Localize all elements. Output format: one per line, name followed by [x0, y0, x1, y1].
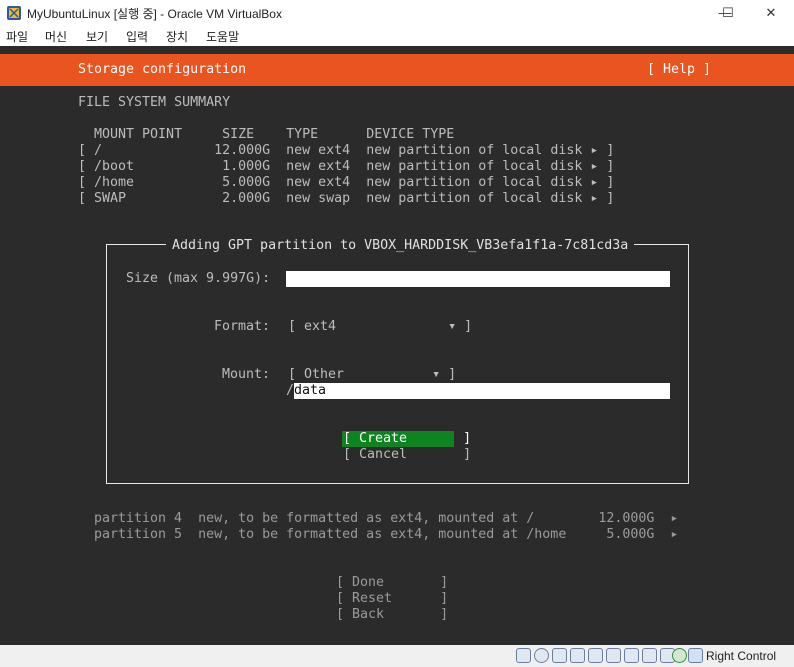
- mouse-integration-icon[interactable]: [672, 648, 687, 663]
- vm-screen[interactable]: Storage configuration [ Help ] FILE SYST…: [0, 46, 794, 645]
- help-button[interactable]: [ Help ]: [647, 62, 711, 78]
- maximize-button[interactable]: ☐: [705, 0, 751, 26]
- create-button-label: [ Create ]: [343, 431, 472, 446]
- hdd-icon[interactable]: [516, 648, 531, 663]
- summary-row[interactable]: [ /home 5.000G new ext4 new partition of…: [78, 175, 614, 191]
- menu-view[interactable]: 보기: [86, 28, 108, 45]
- create-button[interactable]: [ Create ]: [342, 431, 471, 447]
- menu-machine[interactable]: 머신: [45, 28, 67, 45]
- reset-button[interactable]: [ Reset ]: [336, 591, 448, 607]
- done-button[interactable]: [ Done ]: [336, 575, 448, 591]
- summary-columns: MOUNT POINT SIZE TYPE DEVICE TYPE: [78, 127, 455, 142]
- format-label: Format:: [214, 319, 271, 334]
- back-button[interactable]: [ Back ]: [336, 607, 448, 623]
- optical-icon[interactable]: [534, 648, 549, 663]
- host-key-label: Right Control: [706, 649, 777, 663]
- usb-icon[interactable]: [588, 648, 603, 663]
- cancel-button[interactable]: [ Cancel ]: [343, 447, 471, 463]
- summary-row[interactable]: [ SWAP 2.000G new swap new partition of …: [78, 191, 614, 207]
- partition-row[interactable]: partition 4 new, to be formatted as ext4…: [94, 511, 678, 527]
- menu-help[interactable]: 도움말: [206, 28, 239, 45]
- menu-input[interactable]: 입력: [126, 28, 148, 45]
- mount-label: Mount:: [222, 367, 271, 382]
- size-label: Size (max 9.997G):: [126, 271, 271, 286]
- size-input[interactable]: [286, 271, 670, 287]
- mount-path-value: data: [294, 383, 327, 398]
- menu-file[interactable]: 파일: [6, 28, 28, 45]
- summary-heading: FILE SYSTEM SUMMARY: [78, 95, 231, 110]
- vm-statusbar: Right Control: [0, 645, 794, 667]
- audio-icon[interactable]: [552, 648, 567, 663]
- menu-devices[interactable]: 장치: [166, 28, 188, 45]
- mount-path-prefix: /: [286, 383, 295, 398]
- display-icon[interactable]: [624, 648, 639, 663]
- dialog-title: Adding GPT partition to VBOX_HARDDISK_VB…: [166, 238, 635, 254]
- header-bar: Storage configuration [ Help ]: [0, 54, 794, 86]
- summary-row[interactable]: [ /boot 1.000G new ext4 new partition of…: [78, 159, 614, 175]
- window-title: MyUbuntuLinux [실행 중] - Oracle VM Virtual…: [27, 7, 282, 21]
- recording-icon[interactable]: [642, 648, 657, 663]
- shared-folder-icon[interactable]: [606, 648, 621, 663]
- keyboard-icon[interactable]: [688, 648, 703, 663]
- window-titlebar: MyUbuntuLinux [실행 중] - Oracle VM Virtual…: [0, 0, 794, 26]
- partition-row[interactable]: partition 5 new, to be formatted as ext4…: [94, 527, 678, 543]
- summary-row[interactable]: [ / 12.000G new ext4 new partition of lo…: [78, 143, 614, 159]
- close-button[interactable]: ✕: [748, 0, 794, 26]
- format-select[interactable]: [ ext4 ▾ ]: [288, 319, 472, 335]
- page-title: Storage configuration: [78, 62, 247, 77]
- network-icon[interactable]: [570, 648, 585, 663]
- menu-bar: 파일 머신 보기 입력 장치 도움말: [0, 26, 794, 46]
- mount-path-input[interactable]: data: [294, 383, 670, 399]
- mount-select[interactable]: [ Other ▾ ]: [288, 367, 456, 383]
- virtualbox-icon: [7, 6, 21, 20]
